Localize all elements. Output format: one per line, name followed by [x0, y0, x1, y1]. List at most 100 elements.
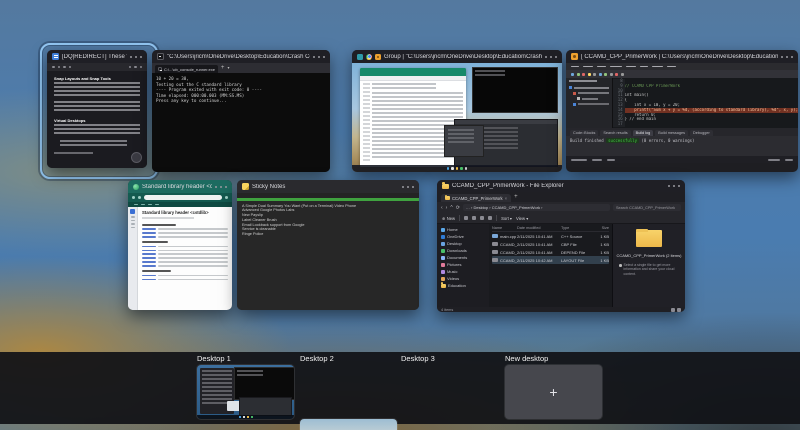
large-icons-view-icon[interactable] [677, 308, 681, 312]
sidebar-item-downloads[interactable]: Downloads [437, 247, 489, 254]
window-thumbnail-ide[interactable]: [ CCAMD_CPP_PrimerWork | C:\Users\jricm\… [566, 50, 798, 172]
file-icon [492, 258, 498, 263]
column-size[interactable]: Size [595, 226, 609, 230]
tab-dropdown-icon[interactable]: ▾ [227, 63, 229, 73]
new-tab-button[interactable]: + [221, 63, 225, 73]
desktop-3-label: Desktop 3 [401, 354, 435, 363]
window-thumbnail-browser[interactable]: Standard library header <cstdli... Stand… [128, 180, 232, 310]
file-row[interactable]: CCAMD_CPP_PrimerWork.cbp 2/11/2025 10:41… [492, 240, 609, 248]
window-controls-icon [402, 186, 414, 188]
sidebar-item-home[interactable]: Home [437, 226, 489, 233]
forward-icon[interactable]: › [446, 205, 448, 211]
new-button[interactable]: ⊕ New [442, 216, 455, 221]
delete-icon[interactable] [488, 216, 492, 220]
preview-title: CCAMD_CPP_PrimerWork (2 items) [613, 253, 684, 258]
explorer-tabbar: CCAMD_CPP_PrimerWork× + [437, 192, 685, 202]
window-controls-icon [313, 56, 325, 58]
window-thumbnail-file-explorer[interactable]: CCAMD_CPP_PrimerWork - File Explorer CCA… [437, 180, 685, 312]
file-icon [492, 234, 498, 239]
cut-icon[interactable] [464, 216, 468, 220]
section-bar [142, 270, 171, 272]
mini-taskbar [197, 415, 294, 420]
window-controls-icon [215, 186, 227, 188]
search-input[interactable]: Search CCAMD_CPP_PrimerWork [613, 204, 681, 211]
ide-editor[interactable]: 8 9// CCAMD CPP PrimerWork 10 11int main… [613, 78, 798, 128]
section-bar [142, 224, 176, 226]
breadcrumb[interactable]: … › Desktop › CCAMD_CPP_PrimerWork › [463, 204, 610, 211]
console-mini [472, 67, 558, 113]
explorer-tab[interactable]: CCAMD_CPP_PrimerWork× [441, 194, 511, 202]
document-toolbar [47, 63, 147, 71]
window-controls-icon [668, 185, 680, 187]
details-view-icon[interactable] [671, 308, 675, 312]
window-controls-icon [781, 56, 793, 58]
doc-heading-2: Virtual Desktops [54, 118, 140, 123]
sidebar-item-onedrive[interactable]: OneDrive [437, 233, 489, 240]
desktop-1-thumbnail[interactable] [197, 365, 294, 419]
sidebar-item-documents[interactable]: Documents [437, 254, 489, 261]
window-thumbnail-group[interactable]: Group | "C:\Users\jricm\OneDrive\Desktop… [352, 50, 562, 172]
refresh-icon[interactable]: ⟳ [456, 205, 460, 211]
text-skeleton [54, 124, 140, 136]
scroll-to-bottom-button[interactable] [131, 152, 142, 163]
sidebar-item-pictures[interactable]: Pictures [437, 261, 489, 268]
up-icon[interactable]: ^ [450, 205, 452, 211]
window-controls-icon [545, 56, 557, 58]
file-row[interactable]: main.cpp 2/11/2025 10:41 AM C++ Source 1… [492, 232, 609, 240]
new-tab-button[interactable]: + [514, 192, 518, 202]
text-skeleton [54, 152, 93, 156]
view-button[interactable]: View ▾ [516, 216, 528, 221]
desktop-2-label: Desktop 2 [300, 354, 334, 363]
explorer-addressbar: ‹ › ^ ⟳ … › Desktop › CCAMD_CPP_PrimerWo… [437, 202, 685, 213]
column-name[interactable]: Name [492, 226, 517, 230]
text-skeleton [54, 101, 140, 113]
file-icon [492, 242, 498, 247]
log-tab[interactable]: Code::Blocks [570, 130, 598, 136]
copy-icon[interactable] [472, 216, 476, 220]
sidebar-item-education[interactable]: Education [437, 282, 489, 289]
taskbar-mini [352, 165, 562, 172]
rename-icon[interactable] [480, 216, 484, 220]
sort-button[interactable]: Sort ▾ [501, 216, 512, 221]
log-tab[interactable]: Build messages [655, 130, 688, 136]
sidebar-item-desktop[interactable]: Desktop [437, 240, 489, 247]
log-tab[interactable]: Debugger [690, 130, 713, 136]
menu-icon[interactable] [225, 196, 228, 199]
folder-icon [442, 184, 449, 189]
terminal-output: 10 + 20 = 30, Testing out the C standard… [152, 73, 330, 172]
file-row[interactable]: CCAMD_CPP_PrimerWork.depend 2/11/2025 10… [492, 248, 609, 256]
new-desktop-button[interactable]: + [505, 365, 602, 419]
back-icon[interactable]: ‹ [441, 205, 443, 211]
close-tab-icon[interactable]: × [505, 196, 507, 201]
build-log-prefix: Build finished [570, 138, 604, 143]
desktop-2-thumbnail[interactable] [300, 419, 397, 430]
explorer-statusbar: 4 items [437, 307, 685, 312]
sticky-note[interactable]: A Simple Dual Summary You Want (Put on a… [237, 193, 419, 310]
sidebar-item-music[interactable]: Music [437, 268, 489, 275]
window-thumbnail-terminal[interactable]: "C:\Users\jricm\OneDrive\Desktop\Educati… [152, 50, 330, 172]
terminal-tab[interactable]: C:\...\cb_console_runner.exe [155, 65, 218, 73]
back-icon[interactable] [132, 196, 135, 199]
sidebar-item-videos[interactable]: Videos [437, 275, 489, 282]
explorer-sidebar: Home OneDrive Desktop Downloads Document… [437, 224, 489, 307]
terminal-icon [158, 67, 162, 71]
titlebar: CCAMD_CPP_PrimerWork - File Explorer [437, 180, 685, 192]
window-thumbnail-sticky-notes[interactable]: Sticky Notes A Simple Dual Summary You W… [237, 180, 419, 310]
browser-toolbar [128, 193, 232, 202]
refresh-icon[interactable] [138, 196, 141, 199]
file-row-selected[interactable]: CCAMD_CPP_PrimerWork.layout 2/11/2025 10… [492, 256, 609, 264]
column-headers: Name Date modified Type Size [492, 225, 609, 232]
column-type[interactable]: Type [561, 226, 595, 230]
explorer-file-list: Name Date modified Type Size main.cpp 2/… [489, 224, 612, 307]
mini-terminal-window [234, 367, 294, 400]
address-bar[interactable] [144, 195, 222, 200]
folder-preview-icon [636, 230, 662, 247]
ide-project-tree[interactable] [566, 78, 613, 128]
window-thumbnail-document[interactable]: [DQ|REDIRECT] These Windows... Snap Layo… [47, 50, 147, 168]
desktops-band [0, 352, 800, 424]
log-tab-active[interactable]: Build log [633, 130, 654, 136]
column-date[interactable]: Date modified [517, 226, 561, 230]
log-tab[interactable]: Search results [600, 130, 630, 136]
section-bar [142, 241, 168, 243]
document-content: Snap Layouts and Snap Tools Virtual Desk… [47, 71, 147, 168]
